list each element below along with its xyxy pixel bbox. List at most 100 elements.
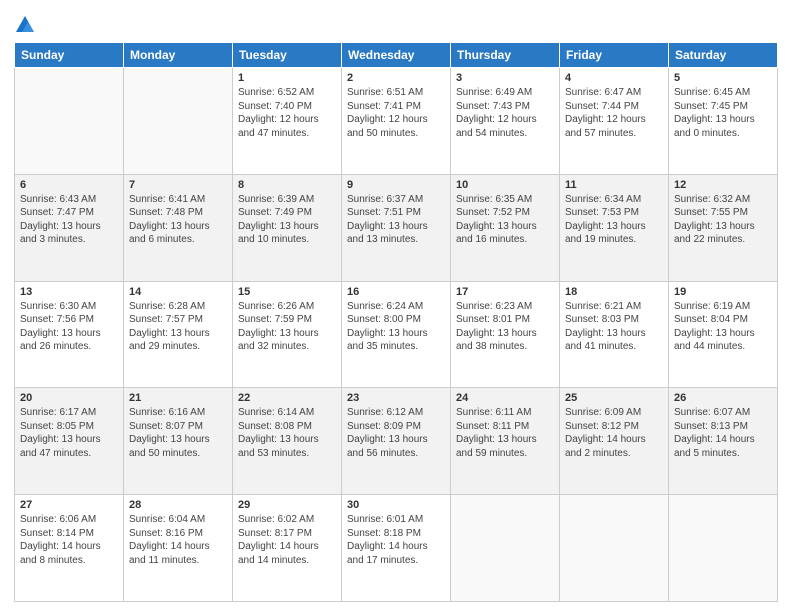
week-row-4: 20 Sunrise: 6:17 AM Sunset: 8:05 PM Dayli… [15,388,778,495]
weekday-header-wednesday: Wednesday [342,43,451,68]
calendar-cell: 16Sunrise: 6:24 AM Sunset: 8:00 PM Dayli… [342,281,451,388]
calendar-cell: 6 Sunrise: 6:43 AM Sunset: 7:47 PM Daylig… [15,174,124,281]
day-number: 12 [674,179,772,191]
day-detail: Sunrise: 6:35 AM Sunset: 7:52 PM Dayligh… [456,193,554,247]
calendar-cell [15,68,124,175]
day-detail: Sunrise: 6:28 AM Sunset: 7:57 PM Dayligh… [129,300,227,354]
day-detail: Sunrise: 6:17 AM Sunset: 8:05 PM Dayligh… [20,406,118,460]
logo-icon [14,14,36,36]
week-row-3: 13 Sunrise: 6:30 AM Sunset: 7:56 PM Dayli… [15,281,778,388]
week-row-2: 6 Sunrise: 6:43 AM Sunset: 7:47 PM Daylig… [15,174,778,281]
day-number: 5 [674,72,772,84]
calendar-cell: 28 Sunrise: 6:04 AM Sunset: 8:16 PM Dayli… [124,495,233,602]
day-detail: Sunrise: 6:09 AM Sunset: 8:12 PM Dayligh… [565,406,663,460]
calendar-cell: 14 Sunrise: 6:28 AM Sunset: 7:57 PM Dayli… [124,281,233,388]
day-number: 3 [456,72,554,84]
day-number: 16 [347,286,445,298]
day-detail: Sunrise: 6:34 AM Sunset: 7:53 PM Dayligh… [565,193,663,247]
day-number: 8 [238,179,336,191]
day-detail: Sunrise: 6:30 AM Sunset: 7:56 PM Dayligh… [20,300,118,354]
day-number: 30 [347,499,445,511]
day-detail: Sunrise: 6:16 AM Sunset: 8:07 PM Dayligh… [129,406,227,460]
weekday-header-saturday: Saturday [669,43,778,68]
day-number: 15 [238,286,336,298]
day-number: 14 [129,286,227,298]
calendar-cell: 26Sunrise: 6:07 AM Sunset: 8:13 PM Dayli… [669,388,778,495]
day-number: 2 [347,72,445,84]
day-detail: Sunrise: 6:51 AM Sunset: 7:41 PM Dayligh… [347,86,445,140]
calendar-cell: 1Sunrise: 6:52 AM Sunset: 7:40 PM Daylig… [233,68,342,175]
day-detail: Sunrise: 6:21 AM Sunset: 8:03 PM Dayligh… [565,300,663,354]
calendar-cell: 29Sunrise: 6:02 AM Sunset: 8:17 PM Dayli… [233,495,342,602]
calendar-cell: 4 Sunrise: 6:47 AM Sunset: 7:44 PM Daylig… [560,68,669,175]
calendar-cell: 18 Sunrise: 6:21 AM Sunset: 8:03 PM Dayli… [560,281,669,388]
day-number: 19 [674,286,772,298]
day-number: 23 [347,392,445,404]
day-number: 28 [129,499,227,511]
day-detail: Sunrise: 6:04 AM Sunset: 8:16 PM Dayligh… [129,513,227,567]
calendar-cell: 22 Sunrise: 6:14 AM Sunset: 8:08 PM Dayli… [233,388,342,495]
day-detail: Sunrise: 6:52 AM Sunset: 7:40 PM Dayligh… [238,86,336,140]
day-detail: Sunrise: 6:23 AM Sunset: 8:01 PM Dayligh… [456,300,554,354]
weekday-header-monday: Monday [124,43,233,68]
calendar-cell: 19 Sunrise: 6:19 AM Sunset: 8:04 PM Dayli… [669,281,778,388]
day-number: 21 [129,392,227,404]
day-detail: Sunrise: 6:06 AM Sunset: 8:14 PM Dayligh… [20,513,118,567]
day-detail: Sunrise: 6:45 AM Sunset: 7:45 PM Dayligh… [674,86,772,140]
calendar-cell: 25 Sunrise: 6:09 AM Sunset: 8:12 PM Dayli… [560,388,669,495]
day-detail: Sunrise: 6:11 AM Sunset: 8:11 PM Dayligh… [456,406,554,460]
day-detail: Sunrise: 6:37 AM Sunset: 7:51 PM Dayligh… [347,193,445,247]
day-number: 25 [565,392,663,404]
day-number: 6 [20,179,118,191]
calendar-cell: 11 Sunrise: 6:34 AM Sunset: 7:53 PM Dayli… [560,174,669,281]
day-number: 26 [674,392,772,404]
calendar-cell: 24Sunrise: 6:11 AM Sunset: 8:11 PM Dayli… [451,388,560,495]
calendar-cell: 9 Sunrise: 6:37 AM Sunset: 7:51 PM Daylig… [342,174,451,281]
day-detail: Sunrise: 6:19 AM Sunset: 8:04 PM Dayligh… [674,300,772,354]
day-number: 11 [565,179,663,191]
calendar-cell: 10Sunrise: 6:35 AM Sunset: 7:52 PM Dayli… [451,174,560,281]
week-row-5: 27 Sunrise: 6:06 AM Sunset: 8:14 PM Dayli… [15,495,778,602]
day-number: 7 [129,179,227,191]
calendar-table: SundayMondayTuesdayWednesdayThursdayFrid… [14,42,778,602]
calendar-cell [669,495,778,602]
calendar-cell: 12 Sunrise: 6:32 AM Sunset: 7:55 PM Dayli… [669,174,778,281]
calendar-cell: 8 Sunrise: 6:39 AM Sunset: 7:49 PM Daylig… [233,174,342,281]
calendar-cell: 27 Sunrise: 6:06 AM Sunset: 8:14 PM Dayli… [15,495,124,602]
calendar-cell: 20 Sunrise: 6:17 AM Sunset: 8:05 PM Dayli… [15,388,124,495]
calendar-cell [451,495,560,602]
weekday-header-sunday: Sunday [15,43,124,68]
day-number: 4 [565,72,663,84]
weekday-header-thursday: Thursday [451,43,560,68]
day-detail: Sunrise: 6:43 AM Sunset: 7:47 PM Dayligh… [20,193,118,247]
weekday-header-row: SundayMondayTuesdayWednesdayThursdayFrid… [15,43,778,68]
day-detail: Sunrise: 6:32 AM Sunset: 7:55 PM Dayligh… [674,193,772,247]
header [14,10,778,36]
calendar-cell: 7 Sunrise: 6:41 AM Sunset: 7:48 PM Daylig… [124,174,233,281]
calendar-cell: 15 Sunrise: 6:26 AM Sunset: 7:59 PM Dayli… [233,281,342,388]
calendar-cell: 5 Sunrise: 6:45 AM Sunset: 7:45 PM Daylig… [669,68,778,175]
calendar-cell [560,495,669,602]
day-detail: Sunrise: 6:26 AM Sunset: 7:59 PM Dayligh… [238,300,336,354]
day-detail: Sunrise: 6:14 AM Sunset: 8:08 PM Dayligh… [238,406,336,460]
day-detail: Sunrise: 6:02 AM Sunset: 8:17 PM Dayligh… [238,513,336,567]
day-detail: Sunrise: 6:49 AM Sunset: 7:43 PM Dayligh… [456,86,554,140]
calendar-cell: 3 Sunrise: 6:49 AM Sunset: 7:43 PM Daylig… [451,68,560,175]
day-number: 18 [565,286,663,298]
day-detail: Sunrise: 6:39 AM Sunset: 7:49 PM Dayligh… [238,193,336,247]
day-number: 27 [20,499,118,511]
weekday-header-tuesday: Tuesday [233,43,342,68]
calendar-cell: 21 Sunrise: 6:16 AM Sunset: 8:07 PM Dayli… [124,388,233,495]
day-number: 13 [20,286,118,298]
calendar-cell: 2 Sunrise: 6:51 AM Sunset: 7:41 PM Daylig… [342,68,451,175]
day-number: 20 [20,392,118,404]
day-number: 9 [347,179,445,191]
calendar-cell: 30 Sunrise: 6:01 AM Sunset: 8:18 PM Dayli… [342,495,451,602]
day-detail: Sunrise: 6:01 AM Sunset: 8:18 PM Dayligh… [347,513,445,567]
logo [14,14,39,36]
day-detail: Sunrise: 6:47 AM Sunset: 7:44 PM Dayligh… [565,86,663,140]
day-detail: Sunrise: 6:41 AM Sunset: 7:48 PM Dayligh… [129,193,227,247]
week-row-1: 1Sunrise: 6:52 AM Sunset: 7:40 PM Daylig… [15,68,778,175]
calendar-cell: 13 Sunrise: 6:30 AM Sunset: 7:56 PM Dayli… [15,281,124,388]
day-number: 22 [238,392,336,404]
